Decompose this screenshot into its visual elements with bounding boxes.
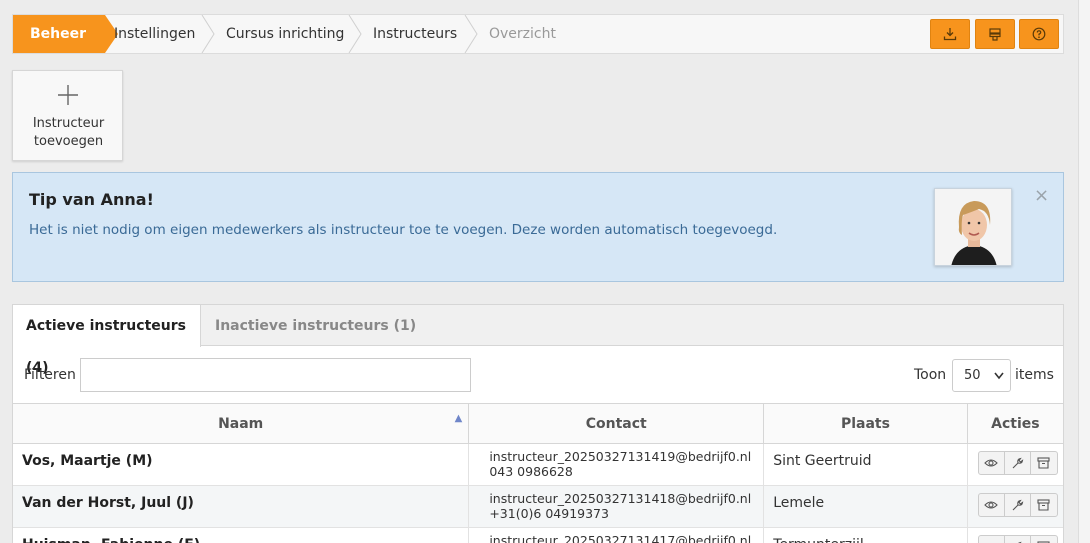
instructor-contact: instructeur_20250327131418@bedrijf0.nl +… [468, 485, 765, 528]
help-button[interactable] [1019, 19, 1059, 49]
tip-panel: Tip van Anna! Het is niet nodig om eigen… [12, 172, 1064, 282]
page-size-label: Toon [914, 367, 947, 383]
instructor-contact: instructeur_20250327131419@bedrijf0.nl 0… [468, 443, 765, 486]
help-icon [1032, 27, 1046, 41]
column-header-contact[interactable]: Contact [468, 403, 765, 444]
add-instructor-button[interactable]: Instructeur toevoegen [12, 70, 123, 161]
close-tip-button[interactable]: × [1034, 185, 1049, 206]
page-size-suffix: items [1015, 367, 1054, 383]
instructors-panel: Actieve instructeurs (4) Inactieve instr… [12, 304, 1064, 543]
instructors-table: Naam ▲ Contact Plaats Acties Vos, Maartj… [13, 403, 1063, 543]
row-actions [967, 443, 1063, 486]
instructor-name: Huisman, Fabienne (F) [13, 527, 470, 543]
wrench-icon [1012, 499, 1023, 510]
tip-text: Het is niet nodig om eigen medewerkers a… [29, 222, 778, 238]
tip-title: Tip van Anna! [29, 190, 154, 209]
eye-icon [984, 459, 999, 467]
add-instructor-label: Instructeur toevoegen [32, 116, 105, 149]
filter-input[interactable] [80, 358, 471, 392]
view-button[interactable] [979, 536, 1005, 543]
instructor-place: Sint Geertruid [763, 443, 968, 486]
print-button[interactable] [975, 19, 1015, 49]
edit-button[interactable] [1005, 494, 1031, 516]
eye-icon [984, 501, 999, 509]
instructor-place: Termunterzijl [763, 527, 968, 543]
chevron-right-icon [201, 15, 215, 53]
tab-inactive-instructors[interactable]: Inactieve instructeurs (1) [215, 305, 416, 346]
view-button[interactable] [979, 494, 1005, 516]
wrench-icon [1012, 457, 1023, 468]
archive-button[interactable] [1031, 452, 1057, 474]
row-actions [967, 527, 1063, 543]
chevron-right-icon [464, 15, 478, 53]
archive-icon [1037, 457, 1050, 469]
tab-active-instructors[interactable]: Actieve instructeurs (4) [13, 305, 201, 376]
table-row: Vos, Maartje (M) instructeur_20250327131… [13, 443, 1063, 486]
instructor-place: Lemele [763, 485, 968, 528]
breadcrumb-item-instellingen[interactable]: Instellingen [114, 15, 195, 53]
filter-label: Filteren [24, 367, 76, 383]
archive-button[interactable] [1031, 536, 1057, 543]
chevron-right-icon [348, 15, 362, 53]
breadcrumb: Beheer Instellingen Cursus inrichting In… [12, 14, 1064, 54]
column-header-actions: Acties [967, 403, 1063, 444]
print-icon [989, 28, 1001, 41]
edit-button[interactable] [1005, 452, 1031, 474]
archive-icon [1037, 499, 1050, 511]
edit-button[interactable] [1005, 536, 1031, 543]
window-edge [1078, 0, 1090, 543]
breadcrumb-item-instructeurs[interactable]: Instructeurs [373, 15, 457, 53]
breadcrumb-item-beheer[interactable]: Beheer [13, 15, 118, 53]
instructor-contact: instructeur_20250327131417@bedrijf0.nl [468, 527, 765, 543]
row-actions [967, 485, 1063, 528]
column-header-name[interactable]: Naam ▲ [13, 403, 470, 444]
breadcrumb-item-overzicht: Overzicht [489, 26, 556, 42]
instructor-name: Van der Horst, Juul (J) [13, 485, 470, 528]
download-icon [943, 28, 957, 41]
instructor-name: Vos, Maartje (M) [13, 443, 470, 486]
tab-bar: Actieve instructeurs (4) Inactieve instr… [13, 305, 1063, 376]
view-button[interactable] [979, 452, 1005, 474]
chevron-down-icon [994, 361, 1004, 403]
breadcrumb-item-cursus-inrichting[interactable]: Cursus inrichting [226, 15, 344, 53]
table-row: Van der Horst, Juul (J) instructeur_2025… [13, 485, 1063, 528]
download-button[interactable] [930, 19, 970, 49]
column-header-place[interactable]: Plaats [763, 403, 968, 444]
plus-icon [58, 85, 78, 105]
sort-ascending-icon: ▲ [454, 413, 463, 424]
archive-button[interactable] [1031, 494, 1057, 516]
table-row: Huisman, Fabienne (F) instructeur_202503… [13, 527, 1063, 543]
anna-avatar [934, 188, 1012, 266]
page-size-select[interactable]: 50 [952, 359, 1011, 392]
